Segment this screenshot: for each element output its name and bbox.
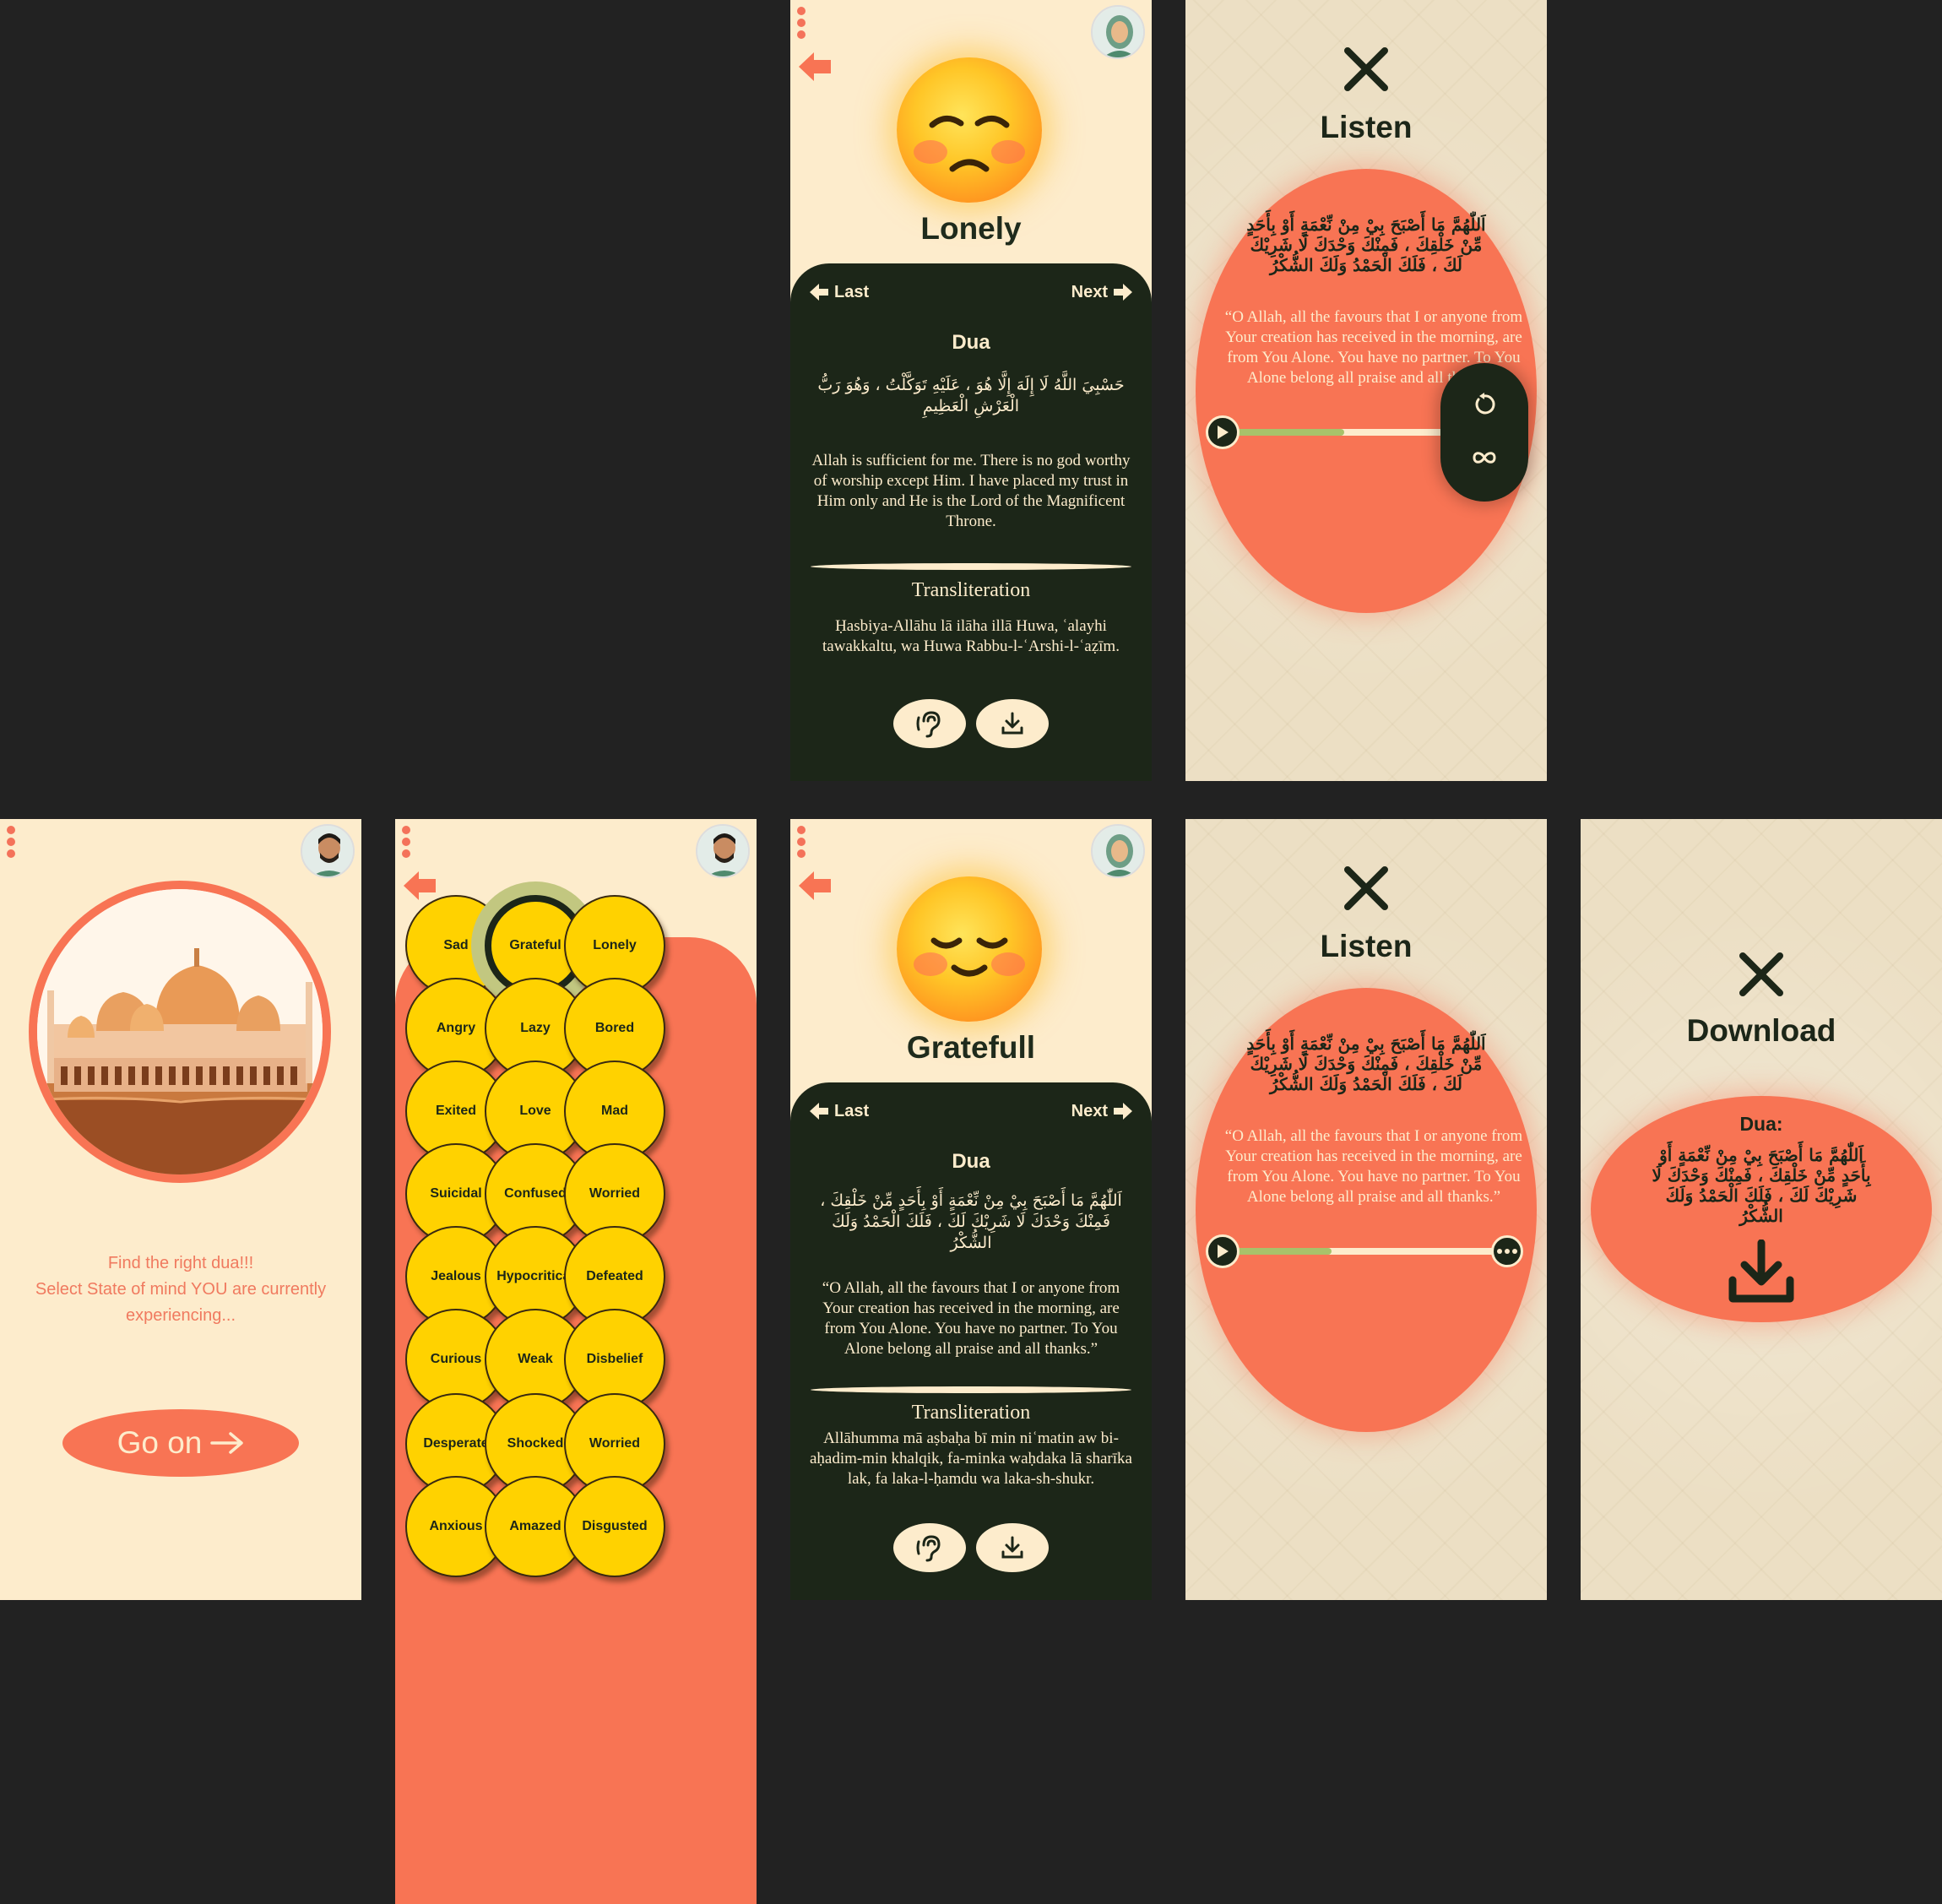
close-icon[interactable] xyxy=(1738,951,1785,998)
arrow-left-icon xyxy=(810,1103,828,1120)
download-icon xyxy=(1001,712,1023,735)
play-icon xyxy=(1218,1245,1229,1258)
dua-label: Dua: xyxy=(1739,1113,1783,1135)
audio-progress-bar[interactable] xyxy=(1223,1248,1510,1255)
three-dots-icon[interactable] xyxy=(7,826,19,861)
listen-screen: Listen اَللّٰهُمَّ مَا أَصْبَحَ بِيْ مِن… xyxy=(1185,819,1547,1600)
mosque-image xyxy=(37,889,323,1174)
dua-arabic: حَسْبِيَ اللَّهُ لَا إِلَهَ إِلَّا هُوَ … xyxy=(817,376,1125,415)
last-button[interactable]: Last xyxy=(809,282,869,302)
ear-icon xyxy=(916,711,941,738)
grateful-dua-screen: Gratefull Last Next Dua اَللّٰهُمَّ مَا … xyxy=(790,819,1152,1600)
mood-select-screen: Sad Grateful Lonely Angry Lazy Bored Exited Lov… xyxy=(395,819,757,1904)
next-label: Next xyxy=(1071,1101,1108,1120)
three-dots-icon[interactable] xyxy=(797,7,809,42)
find-dua-line-2: Select State of mind YOU are currently e… xyxy=(35,1280,327,1325)
download-icon xyxy=(1001,1536,1023,1559)
find-dua-text: Find the right dua!!! Select State of mi… xyxy=(0,1250,361,1329)
download-arabic: اَللّٰهُمَّ مَا أَصْبَحَ بِيْ مِنْ نِّعْ… xyxy=(1652,1145,1871,1226)
play-button[interactable] xyxy=(1206,415,1240,449)
back-arrow-icon[interactable] xyxy=(795,47,834,86)
dua-arabic: اَللّٰهُمَّ مَا أَصْبَحَ بِيْ مِنْ نِّعْ… xyxy=(820,1191,1122,1252)
download-title: Download xyxy=(1686,1013,1836,1048)
welcome-screen: Find the right dua!!! Select State of mi… xyxy=(0,819,361,1600)
transliteration-text: Ḥasbiya-Allāhu lā ilāha illā Huwa, ʿalay… xyxy=(822,617,1120,655)
arrow-left-icon xyxy=(810,284,828,301)
download-icon[interactable] xyxy=(1728,1239,1795,1304)
avatar[interactable] xyxy=(1091,824,1145,878)
go-on-label: Go on xyxy=(117,1425,203,1460)
three-dots-icon[interactable] xyxy=(797,826,809,861)
avatar[interactable] xyxy=(696,824,750,878)
dua-panel: Last Next Dua حَسْبِيَ اللَّهُ لَا إِلَه… xyxy=(790,263,1152,781)
dua-heading: Dua xyxy=(952,1150,990,1173)
download-button[interactable] xyxy=(976,699,1049,748)
divider xyxy=(811,1386,1131,1393)
dua-panel: Last Next Dua اَللّٰهُمَّ مَا أَصْبَحَ ب… xyxy=(790,1082,1152,1600)
mosque-image-frame xyxy=(29,881,331,1183)
mood-title: Gratefull xyxy=(906,1030,1036,1065)
replay-icon[interactable] xyxy=(1472,392,1497,417)
listen-arabic: اَللّٰهُمَّ مَا أَصْبَحَ بِيْ مِنْ نِّعْ… xyxy=(1246,214,1486,275)
listen-menu-screen: Listen اَللّٰهُمَّ مَا أَصْبَحَ بِيْ مِن… xyxy=(1185,0,1547,781)
transliteration-text: Allāhumma mā aṣbaḥa bī min niʿmatin aw b… xyxy=(810,1429,1132,1488)
close-icon[interactable] xyxy=(1343,46,1390,93)
next-button[interactable]: Next xyxy=(1071,282,1133,302)
find-dua-line-1: Find the right dua!!! xyxy=(107,1254,254,1272)
avatar[interactable] xyxy=(1091,5,1145,59)
go-on-button[interactable]: Go on xyxy=(62,1409,299,1477)
avatar[interactable] xyxy=(301,824,355,878)
mood-title: Lonely xyxy=(920,211,1022,246)
arrow-right-icon xyxy=(1114,1103,1132,1120)
listen-button[interactable] xyxy=(893,1523,966,1572)
play-icon xyxy=(1218,426,1229,439)
ear-icon xyxy=(916,1535,941,1562)
mood-button-disgusted[interactable]: Disgusted xyxy=(564,1476,665,1577)
dua-translation: “O Allah, all the favours that I or anyo… xyxy=(822,1279,1120,1358)
more-icon[interactable] xyxy=(1491,1235,1523,1267)
listen-title: Listen xyxy=(1320,110,1413,144)
arrow-right-icon xyxy=(210,1432,244,1454)
divider xyxy=(811,563,1131,570)
transliteration-heading: Transliteration xyxy=(911,1402,1031,1424)
next-button[interactable]: Next xyxy=(1071,1101,1133,1121)
three-dots-icon[interactable] xyxy=(402,826,414,861)
listen-arabic: اَللّٰهُمَّ مَا أَصْبَحَ بِيْ مِنْ نِّعْ… xyxy=(1246,1033,1486,1094)
last-label: Last xyxy=(834,282,870,301)
dua-translation: Allah is sufficient for me. There is no … xyxy=(811,452,1131,530)
lonely-dua-screen: Lonely Last Next Dua حَسْبِيَ اللَّهُ لَ… xyxy=(790,0,1152,781)
next-label: Next xyxy=(1071,282,1108,301)
last-label: Last xyxy=(834,1101,870,1120)
content-emoji-icon xyxy=(897,876,1042,1022)
transliteration-heading: Transliteration xyxy=(911,579,1031,601)
play-button[interactable] xyxy=(1206,1234,1240,1268)
back-arrow-icon[interactable] xyxy=(795,866,834,905)
download-screen: Download Dua: اَللّٰهُمَّ مَا أَصْبَحَ ب… xyxy=(1581,819,1942,1600)
audio-options-menu xyxy=(1440,363,1528,502)
audio-progress-bar[interactable] xyxy=(1223,429,1476,436)
listen-title: Listen xyxy=(1320,929,1413,963)
dua-heading: Dua xyxy=(952,331,990,354)
audio-progress-fill xyxy=(1223,429,1344,436)
listen-button[interactable] xyxy=(893,699,966,748)
sad-emoji-icon xyxy=(897,57,1042,203)
arrow-right-icon xyxy=(1114,284,1132,301)
download-button[interactable] xyxy=(976,1523,1049,1572)
last-button[interactable]: Last xyxy=(809,1101,869,1121)
close-icon[interactable] xyxy=(1343,865,1390,912)
infinity-icon[interactable] xyxy=(1472,449,1497,466)
listen-translation: “O Allah, all the favours that I or anyo… xyxy=(1224,1127,1523,1206)
